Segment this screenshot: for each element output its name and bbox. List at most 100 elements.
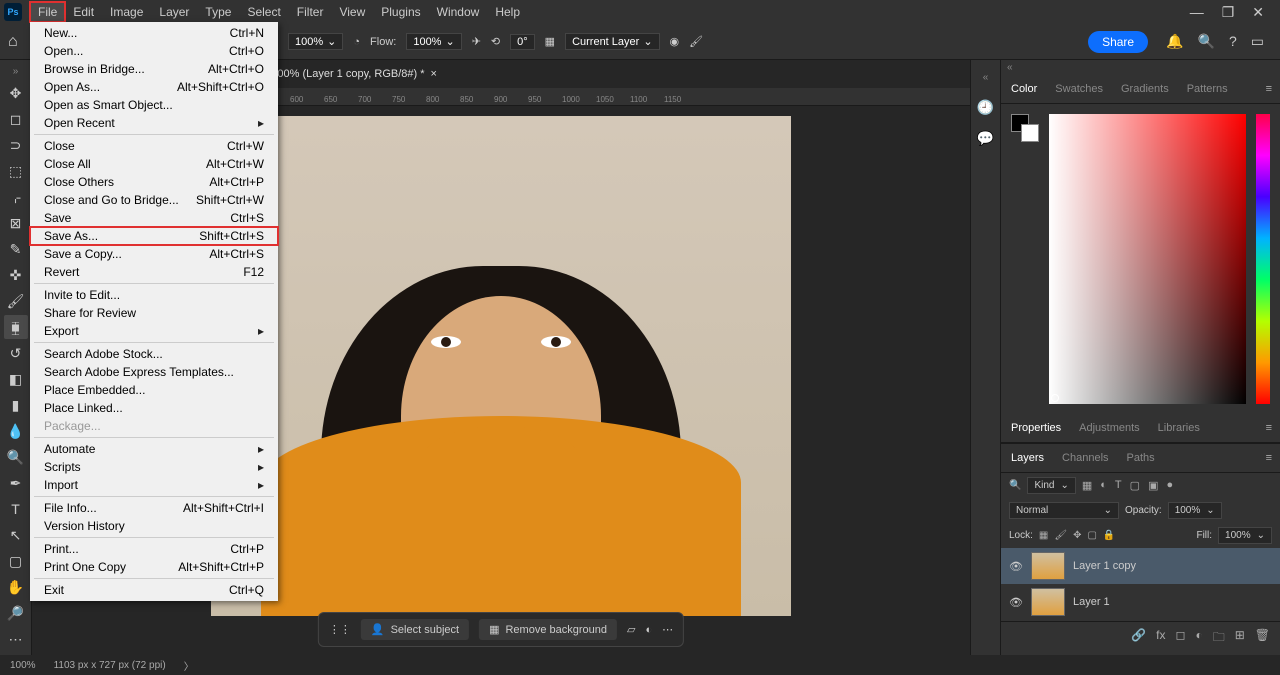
lock-position-icon[interactable]: ✥ — [1073, 530, 1081, 541]
file-menu-new[interactable]: New...Ctrl+N — [30, 24, 278, 42]
tab-gradients[interactable]: Gradients — [1119, 79, 1171, 99]
menu-plugins[interactable]: Plugins — [373, 2, 428, 22]
tab-patterns[interactable]: Patterns — [1185, 79, 1230, 99]
file-menu-close-others[interactable]: Close OthersAlt+Ctrl+P — [30, 173, 278, 191]
menu-select[interactable]: Select — [239, 2, 288, 22]
zoom-level[interactable]: 100% — [10, 660, 36, 671]
lock-transparency-icon[interactable]: ▦ — [1039, 530, 1048, 541]
menu-view[interactable]: View — [331, 2, 373, 22]
angle-icon[interactable]: ⟲ — [491, 35, 500, 48]
file-menu-browse-in-bridge[interactable]: Browse in Bridge...Alt+Ctrl+O — [30, 60, 278, 78]
filter-shape-icon[interactable]: ▢ — [1130, 479, 1140, 492]
flow-value[interactable]: 100% ⌄ — [406, 33, 461, 50]
brush-tool[interactable]: 🖌 — [4, 289, 28, 313]
move-tool[interactable]: ✥ — [4, 81, 28, 105]
layer-filter-kind[interactable]: Kind ⌄ — [1027, 477, 1075, 494]
tab-properties[interactable]: Properties — [1009, 418, 1063, 438]
visibility-icon[interactable]: 👁 — [1009, 560, 1023, 573]
file-menu-place-embedded[interactable]: Place Embedded... — [30, 381, 278, 399]
select-subject-button[interactable]: 👤Select subject — [361, 619, 469, 640]
path-select-tool[interactable]: ↖ — [4, 523, 28, 547]
edit-toolbar[interactable]: ⋯ — [4, 627, 28, 651]
opacity-value[interactable]: 100% ⌄ — [288, 33, 343, 50]
history-icon[interactable]: 🕘 — [977, 99, 994, 116]
quick-select-tool[interactable]: ⬚ — [4, 159, 28, 183]
tab-swatches[interactable]: Swatches — [1053, 79, 1105, 99]
lock-artboard-icon[interactable]: ▢ — [1087, 530, 1096, 541]
eraser-tool[interactable]: ◧ — [4, 367, 28, 391]
layer-mask-icon[interactable]: ◻ — [1175, 628, 1185, 649]
file-menu-close-and-go-to-bridge[interactable]: Close and Go to Bridge...Shift+Ctrl+W — [30, 191, 278, 209]
layer-thumbnail[interactable] — [1031, 588, 1065, 616]
file-menu-close-all[interactable]: Close AllAlt+Ctrl+W — [30, 155, 278, 173]
comments-icon[interactable]: 💬 — [977, 130, 994, 147]
help-icon[interactable]: ? — [1229, 33, 1237, 50]
file-menu-print-one-copy[interactable]: Print One CopyAlt+Shift+Ctrl+P — [30, 558, 278, 576]
maximize-icon[interactable]: ❐ — [1222, 4, 1235, 21]
file-menu-open-recent[interactable]: Open Recent — [30, 114, 278, 132]
panel-menu-icon[interactable]: ≡ — [1266, 422, 1272, 434]
layer-row[interactable]: 👁Layer 1 copy — [1001, 548, 1280, 584]
history-brush-tool[interactable]: ↺ — [4, 341, 28, 365]
angle-value[interactable]: 0° — [510, 34, 535, 50]
file-menu-revert[interactable]: RevertF12 — [30, 263, 278, 281]
foreground-background-swatch[interactable] — [1011, 114, 1039, 142]
file-menu-file-info[interactable]: File Info...Alt+Shift+Ctrl+I — [30, 499, 278, 517]
tab-paths[interactable]: Paths — [1125, 448, 1157, 468]
workspace-icon[interactable]: ▭ — [1251, 33, 1264, 50]
menu-help[interactable]: Help — [487, 2, 528, 22]
file-menu-close[interactable]: CloseCtrl+W — [30, 137, 278, 155]
panel-collapse-icon[interactable]: « — [981, 70, 991, 85]
lock-all-icon[interactable]: 🔒 — [1103, 530, 1115, 541]
panel-collapse-icon[interactable]: « — [1001, 60, 1280, 75]
file-menu-search-adobe-express-templates[interactable]: Search Adobe Express Templates... — [30, 363, 278, 381]
adjustment-icon[interactable]: ◐ — [645, 624, 652, 636]
pressure-size-icon[interactable]: ◉ — [670, 35, 680, 48]
notifications-icon[interactable]: 🔔 — [1166, 33, 1183, 50]
type-tool[interactable]: T — [4, 497, 28, 521]
filter-smart-icon[interactable]: ▣ — [1148, 479, 1158, 492]
filter-type-icon[interactable]: T — [1115, 479, 1122, 492]
search-icon[interactable]: 🔍 — [1198, 33, 1215, 50]
home-icon[interactable]: ⌂ — [8, 33, 18, 51]
tab-channels[interactable]: Channels — [1060, 448, 1110, 468]
clone-stamp-tool[interactable]: ⧯ — [4, 315, 28, 339]
file-menu-save-as[interactable]: Save As...Shift+Ctrl+S — [30, 227, 278, 245]
file-menu-open-as-smart-object[interactable]: Open as Smart Object... — [30, 96, 278, 114]
tab-layers[interactable]: Layers — [1009, 448, 1046, 468]
file-menu-open[interactable]: Open...Ctrl+O — [30, 42, 278, 60]
layer-scope[interactable]: Current Layer ⌄ — [565, 33, 659, 50]
blur-tool[interactable]: 💧 — [4, 419, 28, 443]
lasso-tool[interactable]: ⊃ — [4, 133, 28, 157]
zoom-tool[interactable]: 🔎 — [4, 601, 28, 625]
remove-background-button[interactable]: ▦Remove background — [479, 619, 617, 640]
healing-tool[interactable]: ✜ — [4, 263, 28, 287]
tab-color[interactable]: Color — [1009, 79, 1039, 99]
more-icon[interactable]: ⋯ — [662, 623, 673, 636]
menu-layer[interactable]: Layer — [151, 2, 197, 22]
filter-pixel-icon[interactable]: ▦ — [1082, 479, 1092, 492]
file-menu-export[interactable]: Export — [30, 322, 278, 340]
group-icon[interactable]: 🗀 — [1213, 628, 1225, 649]
file-menu-invite-to-edit[interactable]: Invite to Edit... — [30, 286, 278, 304]
file-menu-exit[interactable]: ExitCtrl+Q — [30, 581, 278, 599]
file-menu-scripts[interactable]: Scripts — [30, 458, 278, 476]
blend-mode-select[interactable]: Normal ⌄ — [1009, 502, 1119, 519]
link-layers-icon[interactable]: 🔗 — [1131, 628, 1146, 649]
file-menu-search-adobe-stock[interactable]: Search Adobe Stock... — [30, 345, 278, 363]
toolbar-collapse-icon[interactable]: » — [11, 64, 21, 79]
airbrush-icon[interactable]: ✈ — [472, 35, 481, 48]
file-menu-print[interactable]: Print...Ctrl+P — [30, 540, 278, 558]
hand-tool[interactable]: ✋ — [4, 575, 28, 599]
file-menu-place-linked[interactable]: Place Linked... — [30, 399, 278, 417]
layer-style-icon[interactable]: fx — [1156, 628, 1165, 649]
file-menu-save[interactable]: SaveCtrl+S — [30, 209, 278, 227]
marquee-tool[interactable]: ◻ — [4, 107, 28, 131]
layer-thumbnail[interactable] — [1031, 552, 1065, 580]
menu-filter[interactable]: Filter — [289, 2, 332, 22]
menu-image[interactable]: Image — [102, 2, 151, 22]
rectangle-tool[interactable]: ▢ — [4, 549, 28, 573]
minimize-icon[interactable]: — — [1190, 4, 1204, 21]
close-tab-icon[interactable]: × — [431, 68, 437, 80]
filter-adjust-icon[interactable]: ◐ — [1100, 479, 1107, 492]
